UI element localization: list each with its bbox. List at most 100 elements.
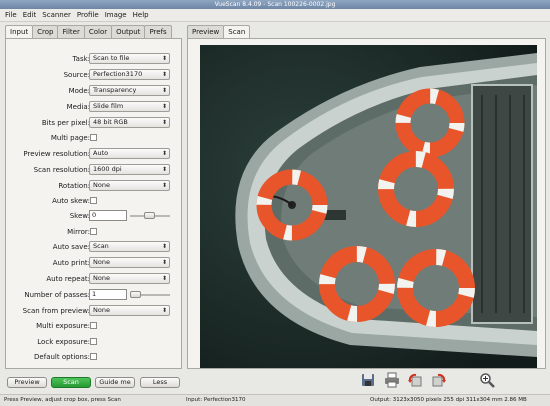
- skew-slider-handle[interactable]: [144, 212, 155, 219]
- lock-exposure-checkbox[interactable]: [90, 338, 97, 345]
- print-icon[interactable]: [384, 372, 400, 388]
- tab-input[interactable]: Input: [5, 25, 34, 39]
- scan-from-preview-label: Scan from preview:: [22, 307, 90, 315]
- auto-repeat-select[interactable]: None ⬍: [89, 273, 170, 284]
- rotation-label: Rotation:: [58, 182, 90, 190]
- updown-icon: ⬍: [161, 150, 167, 157]
- scan-view-panel: [187, 38, 546, 369]
- lock-exposure-row: Lock exposure:: [6, 336, 183, 348]
- auto-save-row: Auto save: Scan ⬍: [6, 241, 183, 253]
- task-label: Task:: [72, 55, 90, 63]
- tab-color[interactable]: Color: [83, 25, 113, 38]
- updown-icon: ⬍: [161, 55, 167, 62]
- auto-skew-checkbox[interactable]: [90, 197, 97, 204]
- scanned-image[interactable]: [200, 45, 537, 368]
- default-options-label: Default options:: [34, 353, 90, 361]
- source-select[interactable]: Perfection3170 ⬍: [89, 69, 170, 80]
- number-of-passes-input[interactable]: 1: [89, 289, 127, 300]
- multi-exposure-label: Multi exposure:: [36, 322, 90, 330]
- passes-slider-handle[interactable]: [130, 291, 141, 298]
- scan-resolution-label: Scan resolution:: [33, 166, 90, 174]
- auto-skew-row: Auto skew:: [6, 195, 183, 207]
- less-button[interactable]: Less: [140, 377, 180, 388]
- auto-print-value: None: [93, 258, 110, 266]
- auto-save-label: Auto save:: [52, 243, 90, 251]
- save-icon[interactable]: [360, 372, 376, 388]
- auto-save-value: Scan: [93, 242, 109, 250]
- source-row: Source: Perfection3170 ⬍: [6, 69, 183, 81]
- tab-output[interactable]: Output: [111, 25, 146, 38]
- status-input: Input: Perfection3170: [186, 397, 246, 403]
- multi-exposure-checkbox[interactable]: [90, 322, 97, 329]
- scan-resolution-select[interactable]: 1600 dpi ⬍: [89, 164, 170, 175]
- media-row: Media: Slide film ⬍: [6, 101, 183, 113]
- lock-exposure-label: Lock exposure:: [37, 338, 90, 346]
- menu-image[interactable]: Image: [102, 9, 130, 22]
- number-of-passes-row: Number of passes: 1: [6, 289, 183, 301]
- bits-per-pixel-row: Bits per pixel: 48 bit RGB ⬍: [6, 117, 183, 129]
- scan-from-preview-select[interactable]: None ⬍: [89, 305, 170, 316]
- updown-icon: ⬍: [161, 71, 167, 78]
- status-output: Output: 3123x3050 pixels 255 dpi 311x304…: [370, 397, 527, 403]
- bits-per-pixel-select[interactable]: 48 bit RGB ⬍: [89, 117, 170, 128]
- auto-repeat-value: None: [93, 274, 110, 282]
- source-label: Source:: [63, 71, 90, 79]
- menu-edit[interactable]: Edit: [20, 9, 40, 22]
- guide-me-button[interactable]: Guide me: [95, 377, 135, 388]
- multi-page-checkbox[interactable]: [90, 134, 97, 141]
- preview-button[interactable]: Preview: [7, 377, 47, 388]
- task-select[interactable]: Scan to file ⬍: [89, 53, 170, 64]
- mirror-checkbox[interactable]: [90, 228, 97, 235]
- menu-scanner[interactable]: Scanner: [39, 9, 74, 22]
- updown-icon: ⬍: [161, 166, 167, 173]
- multi-exposure-row: Multi exposure:: [6, 320, 183, 332]
- rotate-left-icon[interactable]: [407, 372, 423, 388]
- number-of-passes-label: Number of passes:: [24, 291, 90, 299]
- default-options-row: Default options:: [6, 351, 183, 363]
- status-hint: Press Preview, adjust crop box, press Sc…: [4, 397, 121, 403]
- tab-crop[interactable]: Crop: [32, 25, 59, 38]
- tab-preview[interactable]: Preview: [187, 25, 225, 38]
- scan-from-preview-row: Scan from preview: None ⬍: [6, 305, 183, 317]
- multi-page-row: Multi page:: [6, 132, 183, 144]
- mirror-label: Mirror:: [67, 228, 90, 236]
- media-label: Media:: [66, 103, 90, 111]
- default-options-checkbox[interactable]: [90, 353, 97, 360]
- tab-scan[interactable]: Scan: [223, 25, 251, 39]
- mode-select[interactable]: Transparency ⬍: [89, 85, 170, 96]
- bits-per-pixel-value: 48 bit RGB: [93, 118, 128, 126]
- bits-per-pixel-label: Bits per pixel:: [41, 119, 90, 127]
- media-select[interactable]: Slide film ⬍: [89, 101, 170, 112]
- rotate-right-icon[interactable]: [431, 372, 447, 388]
- window-title-bar: VueScan 8.4.09 - Scan 100226-0002.jpg: [0, 0, 550, 9]
- rotation-select[interactable]: None ⬍: [89, 180, 170, 191]
- updown-icon: ⬍: [161, 119, 167, 126]
- preview-resolution-value: Auto: [93, 149, 109, 157]
- menu-file[interactable]: File: [0, 9, 20, 22]
- auto-print-label: Auto print:: [52, 259, 90, 267]
- tab-prefs[interactable]: Prefs: [144, 25, 172, 38]
- scan-from-preview-value: None: [93, 306, 110, 314]
- task-value: Scan to file: [93, 54, 130, 62]
- boat-photo: [200, 45, 537, 368]
- scan-button[interactable]: Scan: [51, 377, 91, 388]
- auto-save-select[interactable]: Scan ⬍: [89, 241, 170, 252]
- preview-resolution-row: Preview resolution: Auto ⬍: [6, 148, 183, 160]
- status-bar: Press Preview, adjust crop box, press Sc…: [0, 394, 550, 406]
- skew-input[interactable]: 0: [89, 210, 127, 221]
- preview-resolution-select[interactable]: Auto ⬍: [89, 148, 170, 159]
- menu-profile[interactable]: Profile: [74, 9, 102, 22]
- settings-tabs: Input Crop Filter Color Output Prefs: [5, 25, 172, 39]
- auto-print-row: Auto print: None ⬍: [6, 257, 183, 269]
- preview-resolution-label: Preview resolution:: [23, 150, 90, 158]
- auto-skew-label: Auto skew:: [52, 197, 90, 205]
- tab-filter[interactable]: Filter: [57, 25, 85, 38]
- media-value: Slide film: [93, 102, 124, 110]
- skew-label: Skew:: [69, 212, 90, 220]
- updown-icon: ⬍: [161, 243, 167, 250]
- zoom-icon[interactable]: [479, 372, 495, 388]
- auto-print-select[interactable]: None ⬍: [89, 257, 170, 268]
- menu-help[interactable]: Help: [130, 9, 152, 22]
- input-settings-panel: Task: Scan to file ⬍ Source: Perfection31…: [5, 38, 182, 369]
- mode-label: Mode:: [68, 87, 90, 95]
